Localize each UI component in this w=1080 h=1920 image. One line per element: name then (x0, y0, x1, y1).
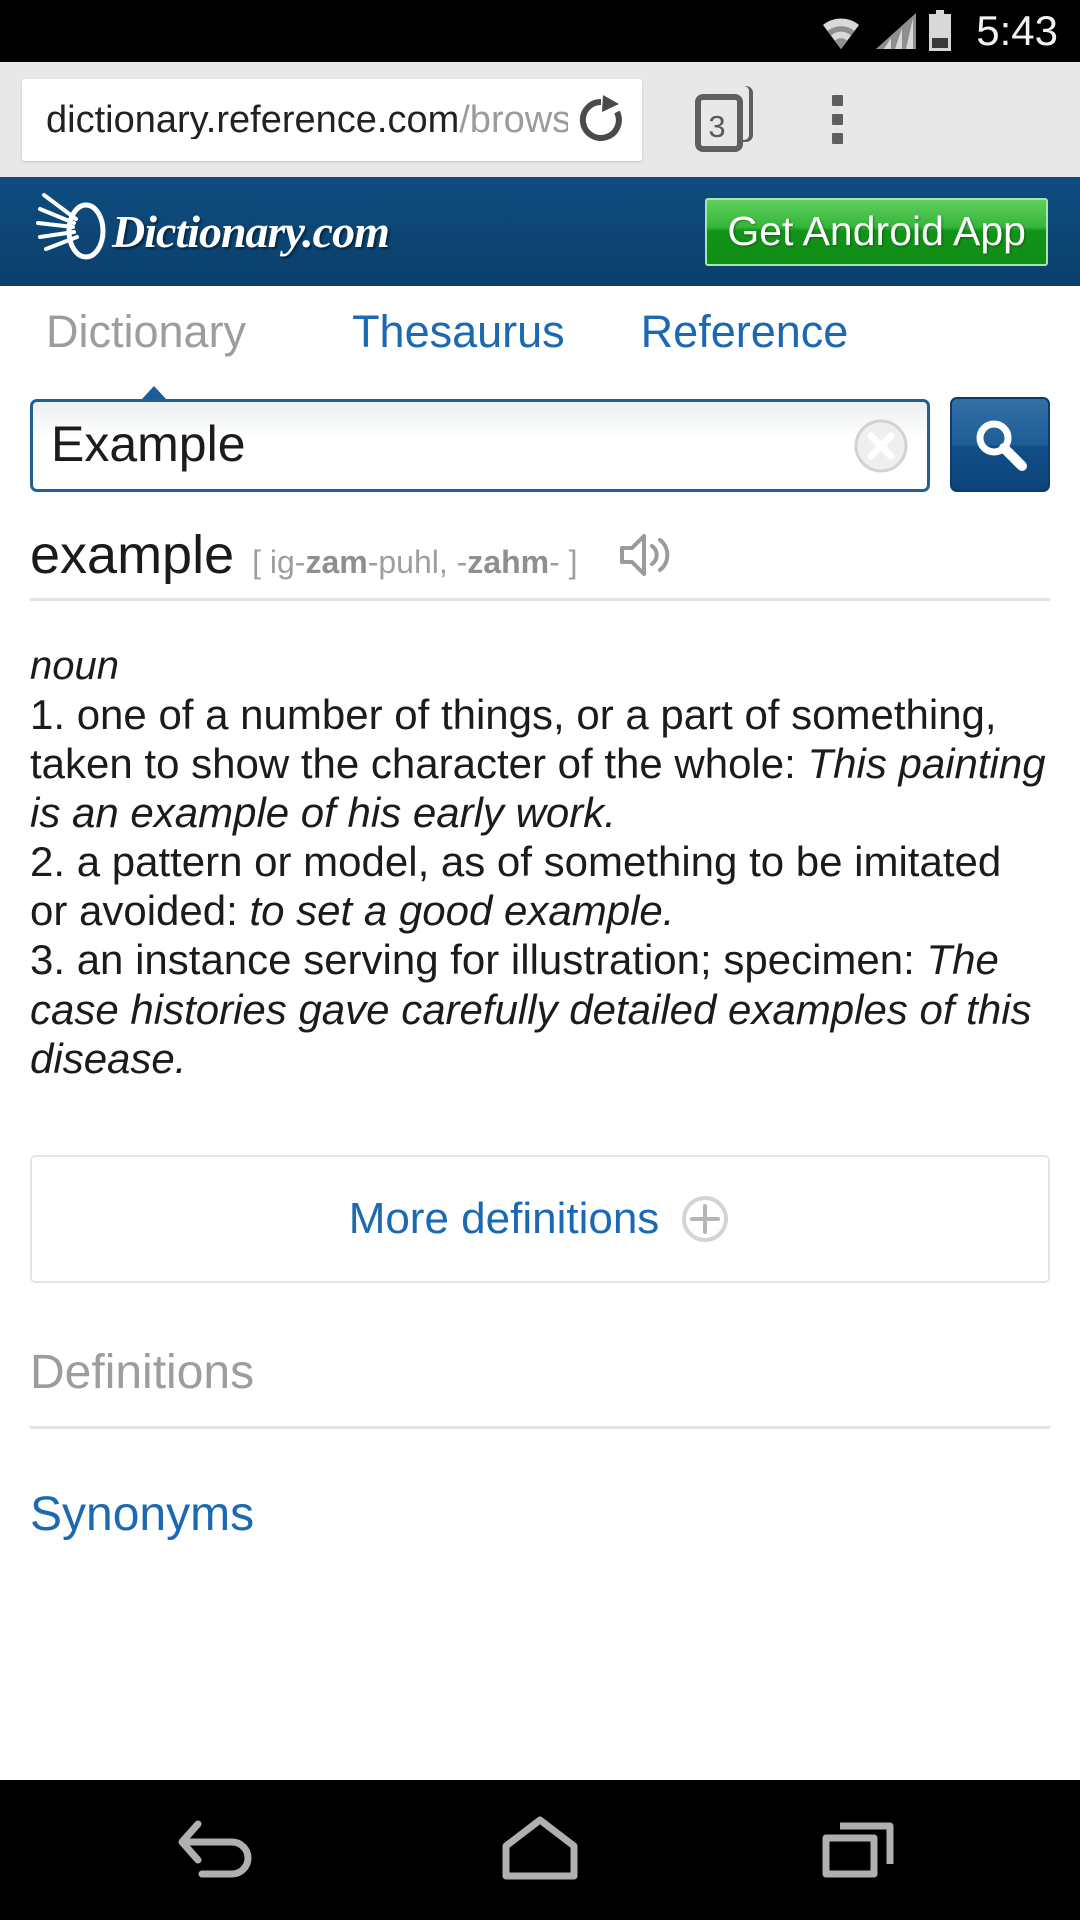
tab-switcher-button[interactable]: 3 (688, 83, 762, 157)
android-phone-screen: 5:43 dictionary.reference.com/brows 3 Di… (0, 0, 1080, 1920)
back-arrow-icon (178, 1820, 252, 1878)
definition-number-1: 1. (30, 690, 66, 738)
tab-reference[interactable]: Reference (641, 306, 849, 358)
site-logo[interactable]: Dictionary.com (30, 189, 390, 275)
word-entry-header: example [ ig-zam-puhl, -zahm- ] (30, 506, 1050, 601)
pron-stress-1: zam (305, 544, 368, 580)
headword: example (30, 525, 235, 585)
section-definitions[interactable]: Definitions (30, 1283, 1050, 1429)
nav-recents-button[interactable] (785, 1800, 935, 1900)
browser-toolbar: dictionary.reference.com/brows 3 (0, 62, 1080, 177)
wifi-icon (823, 18, 860, 49)
tab-count-badge: 3 (708, 108, 726, 144)
dictionary-sunburst-logo-icon (36, 192, 106, 259)
definitions-block: noun 1. one of a number of things, or a … (30, 601, 1050, 1083)
android-status-bar: 5:43 (0, 0, 1080, 62)
nav-home-button[interactable] (465, 1800, 615, 1900)
page-content: example [ ig-zam-puhl, -zahm- ] noun 1. … (0, 506, 1080, 1780)
menu-dot-2 (831, 114, 843, 125)
nav-back-button[interactable] (145, 1800, 295, 1900)
definition-item-1: 1. one of a number of things, or a part … (30, 690, 1050, 837)
overflow-menu-button[interactable] (814, 83, 860, 157)
search-input[interactable]: Example (30, 399, 930, 492)
search-magnifier-icon (976, 420, 1027, 471)
more-definitions-label: More definitions (348, 1193, 660, 1243)
section-definitions-label: Definitions (30, 1345, 255, 1399)
tab-dictionary[interactable]: Dictionary (46, 306, 246, 358)
pron-prefix: [ ig- (252, 544, 306, 580)
section-tab-bar: Dictionary Thesaurus Reference (0, 286, 1080, 378)
url-domain: dictionary.reference.com (46, 100, 460, 139)
speaker-icon[interactable] (618, 530, 674, 580)
site-header: Dictionary.com Get Android App (0, 177, 1080, 286)
home-icon (502, 1816, 578, 1880)
definition-number-2: 2. (30, 838, 66, 886)
search-row: Example (0, 378, 1080, 506)
definition-example-2: to set a good example. (249, 887, 675, 935)
reload-icon[interactable] (574, 93, 628, 147)
search-input-value: Example (51, 415, 246, 472)
pron-stress-2: zahm (467, 544, 550, 580)
definition-text-3: an instance serving for illustration; sp… (76, 936, 915, 984)
url-bar[interactable]: dictionary.reference.com/brows (22, 78, 642, 161)
brand-name: Dictionary.com (112, 206, 390, 257)
more-definitions-button[interactable]: More definitions (30, 1154, 1050, 1283)
status-icon-group: 5:43 (818, 10, 1058, 52)
plus-circle-icon (682, 1195, 729, 1242)
menu-dot-3 (831, 133, 843, 144)
pronunciation: [ ig-zam-puhl, -zahm- ] (252, 546, 577, 578)
tab-thesaurus[interactable]: Thesaurus (352, 306, 565, 358)
url-text: dictionary.reference.com/brows (46, 101, 568, 139)
battery-icon (929, 10, 952, 51)
recent-apps-icon (822, 1822, 894, 1878)
get-android-app-button[interactable]: Get Android App (705, 197, 1048, 266)
section-synonyms[interactable]: Synonyms (30, 1429, 1050, 1568)
search-submit-button[interactable] (950, 397, 1050, 492)
url-path: /brows (459, 100, 568, 139)
pron-suffix: - ] (549, 544, 578, 580)
part-of-speech: noun (30, 644, 119, 688)
clear-circle-icon[interactable] (853, 418, 909, 474)
android-navigation-bar (0, 1780, 1080, 1920)
pron-mid: -puhl, - (367, 544, 468, 580)
definition-item-3: 3. an instance serving for illustration;… (30, 935, 1050, 1082)
definition-item-2: 2. a pattern or model, as of something t… (30, 837, 1050, 935)
definition-number-3: 3. (30, 936, 66, 984)
section-synonyms-label: Synonyms (30, 1487, 255, 1541)
signal-icon (876, 13, 917, 49)
menu-dot-1 (831, 95, 843, 106)
status-bar-clock: 5:43 (976, 7, 1058, 54)
